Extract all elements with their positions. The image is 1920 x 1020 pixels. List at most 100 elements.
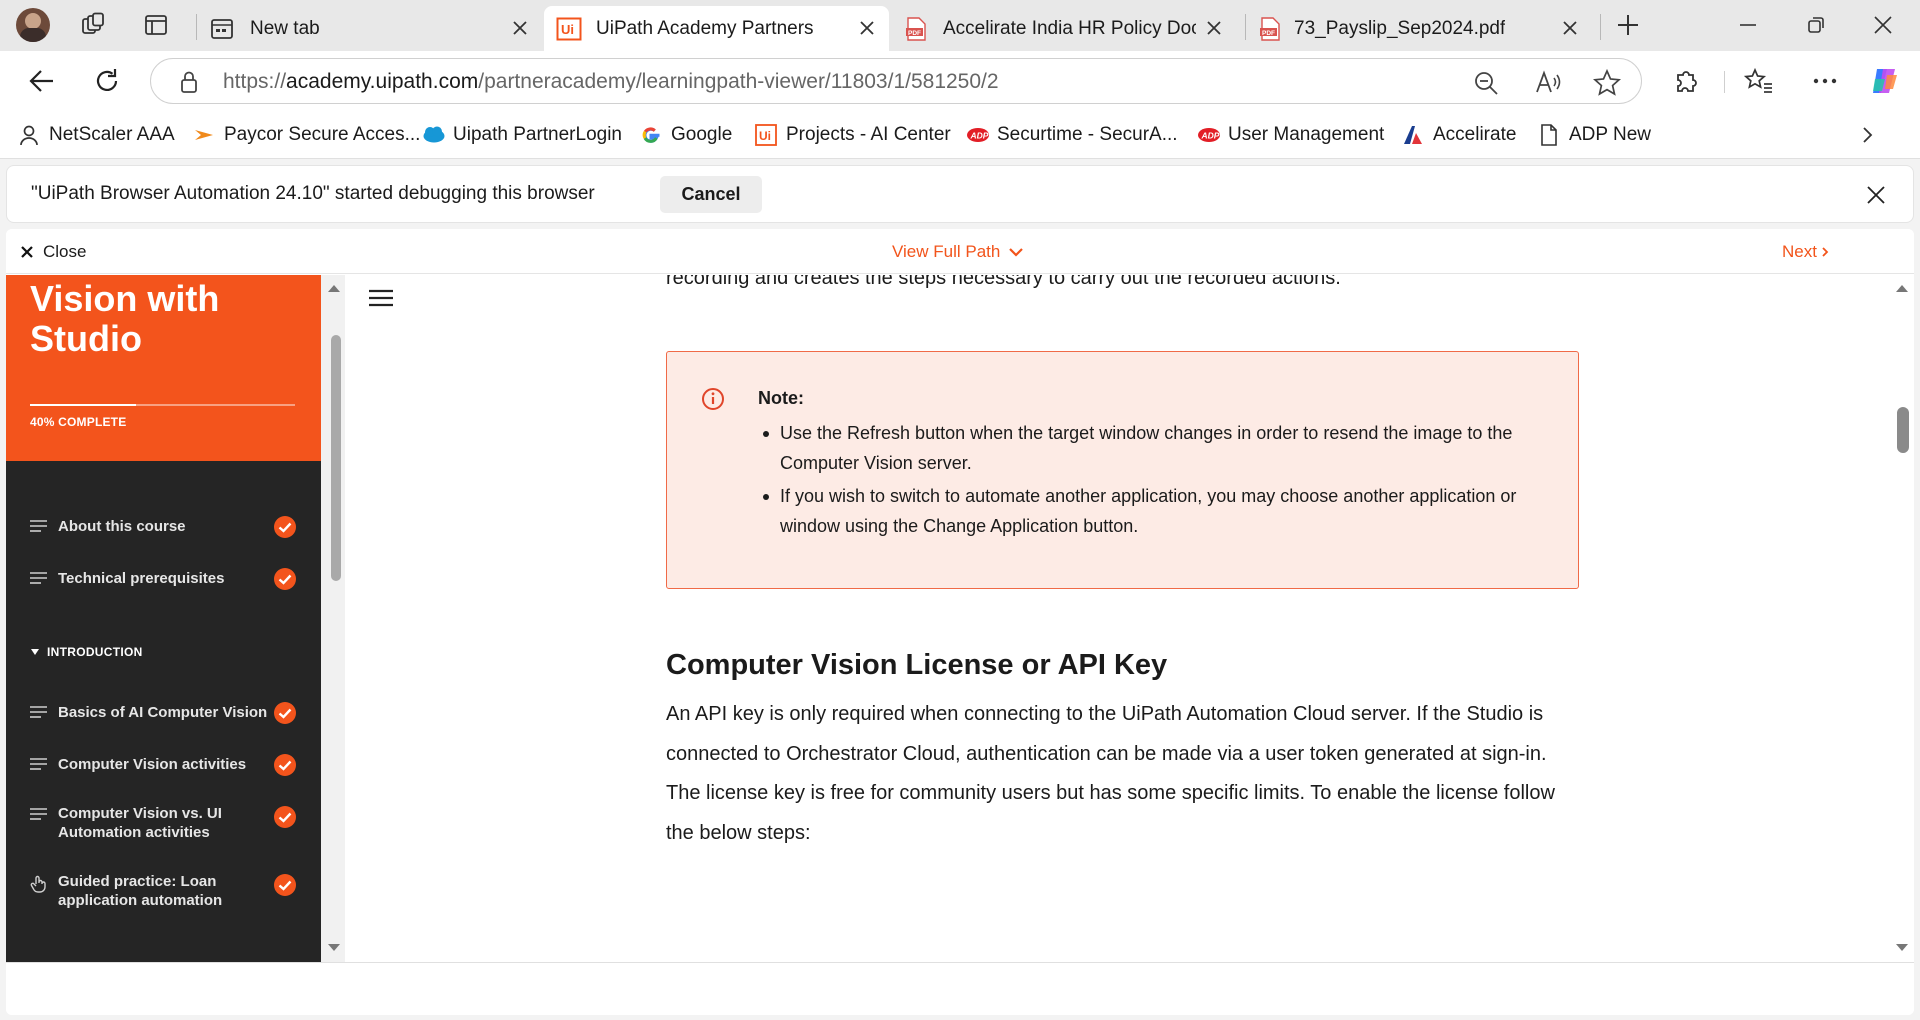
favorite-netscaler[interactable]: NetScaler AAA bbox=[18, 122, 175, 148]
tab-title: Accelirate India HR Policy Docum bbox=[943, 18, 1196, 39]
paragraph-partial: recording and creates the steps necessar… bbox=[666, 275, 1341, 289]
note-bullet: Use the Refresh button when the target w… bbox=[758, 418, 1548, 478]
tab-uipath-academy[interactable]: Ui UiPath Academy Partners bbox=[544, 6, 889, 51]
new-tab-plus-icon[interactable] bbox=[1615, 12, 1641, 38]
view-full-path-label: View Full Path bbox=[892, 242, 1001, 261]
url-path: /partneracademy/learningpath-viewer/1180… bbox=[478, 70, 999, 93]
lesson-title: Computer Vision activities bbox=[58, 756, 247, 773]
svg-text:PDF: PDF bbox=[908, 30, 921, 37]
cancel-debugging-button[interactable]: Cancel bbox=[660, 176, 762, 213]
uipath-icon: Ui bbox=[556, 17, 582, 41]
close-tab-icon[interactable] bbox=[1560, 18, 1580, 38]
sidebar-scrollbar[interactable] bbox=[321, 275, 345, 962]
lesson-lines-icon bbox=[30, 705, 48, 719]
section-heading: Computer Vision License or API Key bbox=[666, 649, 1168, 681]
favorite-securtime[interactable]: ADP Securtime - SecurA... bbox=[966, 122, 1178, 148]
close-viewer-button[interactable]: Close bbox=[20, 242, 86, 262]
favorite-label: Paycor Secure Acces... bbox=[224, 124, 421, 145]
profile-avatar[interactable] bbox=[16, 8, 50, 42]
sidebar-scroll-thumb[interactable] bbox=[331, 335, 341, 581]
web-page: Close View Full Path Next Vision with St… bbox=[6, 229, 1914, 1015]
paycor-icon bbox=[193, 124, 215, 146]
close-infobar-icon[interactable] bbox=[1865, 184, 1887, 206]
next-lesson-button[interactable]: Next bbox=[1782, 242, 1830, 262]
tab-title: 73_Payslip_Sep2024.pdf bbox=[1294, 18, 1506, 39]
favorite-label: ADP New bbox=[1569, 124, 1652, 145]
restore-icon[interactable] bbox=[1805, 14, 1827, 36]
new-tab-icon bbox=[210, 18, 234, 40]
svg-text:Ui: Ui bbox=[561, 22, 574, 37]
tab-new-tab[interactable]: New tab bbox=[198, 6, 542, 51]
extensions-icon[interactable] bbox=[1672, 67, 1700, 95]
completed-check-icon bbox=[273, 753, 297, 777]
lesson-title: About this course bbox=[58, 518, 186, 535]
scroll-up-icon[interactable] bbox=[1895, 283, 1909, 293]
close-tab-icon[interactable] bbox=[857, 18, 877, 38]
content-scroll-thumb[interactable] bbox=[1897, 407, 1909, 453]
back-icon[interactable] bbox=[28, 68, 56, 94]
read-aloud-icon[interactable] bbox=[1535, 70, 1563, 96]
course-header: Vision with Studio 40% COMPLETE bbox=[6, 275, 321, 461]
favorite-adp-new[interactable]: ADP New bbox=[1538, 122, 1651, 148]
refresh-icon[interactable] bbox=[93, 67, 121, 95]
page-footer bbox=[6, 962, 1914, 1015]
tab-payslip[interactable]: PDF 73_Payslip_Sep2024.pdf bbox=[1247, 6, 1592, 51]
completed-check-icon bbox=[273, 701, 297, 725]
favorite-user-management[interactable]: ADP User Management bbox=[1197, 122, 1384, 148]
note-title: Note: bbox=[758, 388, 804, 408]
completed-check-icon bbox=[273, 873, 297, 897]
copilot-icon[interactable] bbox=[1869, 65, 1901, 97]
scroll-up-icon[interactable] bbox=[327, 283, 341, 293]
close-tab-icon[interactable] bbox=[1204, 18, 1224, 38]
favorite-google[interactable]: Google bbox=[640, 122, 732, 148]
favorite-star-icon[interactable] bbox=[1593, 69, 1621, 97]
google-icon bbox=[640, 124, 662, 146]
menu-icon[interactable] bbox=[368, 288, 394, 308]
svg-text:ADP: ADP bbox=[970, 131, 989, 141]
lock-icon[interactable] bbox=[179, 70, 199, 94]
favorite-paycor[interactable]: Paycor Secure Acces... bbox=[193, 122, 420, 148]
close-window-icon[interactable] bbox=[1872, 14, 1894, 36]
zoom-out-icon[interactable] bbox=[1473, 70, 1499, 96]
course-title: Vision with Studio bbox=[30, 278, 220, 359]
favorite-label: Uipath PartnerLogin bbox=[453, 124, 622, 145]
caret-down-icon bbox=[31, 649, 39, 655]
section-toggle-introduction[interactable]: INTRODUCTION bbox=[30, 645, 143, 659]
lesson-title: Guided practice: Loan application automa… bbox=[58, 873, 223, 909]
minimize-icon[interactable] bbox=[1737, 14, 1759, 36]
chevron-down-icon bbox=[1009, 248, 1024, 257]
pdf-icon: PDF bbox=[1259, 17, 1281, 41]
lesson-lines-icon bbox=[30, 757, 48, 771]
tab-hr-policy[interactable]: PDF Accelirate India HR Policy Docum bbox=[891, 6, 1236, 51]
chevron-right-icon[interactable] bbox=[1858, 124, 1876, 146]
favorites-bar: NetScaler AAA Paycor Secure Acces... Uip… bbox=[0, 111, 1920, 159]
favorite-uipath-partnerlogin[interactable]: Uipath PartnerLogin bbox=[422, 122, 622, 148]
completed-check-icon bbox=[273, 515, 297, 539]
favorite-label: User Management bbox=[1228, 124, 1385, 145]
url-text[interactable]: https://academy.uipath.com/partneracadem… bbox=[223, 70, 999, 94]
svg-text:ADP: ADP bbox=[1201, 131, 1220, 141]
favorite-projects-ai-center[interactable]: Ui Projects - AI Center bbox=[755, 122, 951, 148]
accelirate-icon bbox=[1402, 124, 1424, 146]
page-icon bbox=[1538, 124, 1560, 146]
url-host: academy.uipath.com bbox=[286, 70, 479, 93]
lesson-title: Basics of AI Computer Vision bbox=[58, 704, 268, 721]
section-paragraph: An API key is only required when connect… bbox=[666, 703, 1555, 844]
content-scrollbar[interactable] bbox=[1890, 275, 1914, 962]
favorite-label: Google bbox=[671, 124, 733, 145]
adp-icon: ADP bbox=[966, 124, 989, 146]
more-options-icon[interactable] bbox=[1812, 77, 1838, 85]
completed-check-icon bbox=[273, 805, 297, 829]
vertical-tabs-icon[interactable] bbox=[143, 12, 169, 38]
view-full-path-button[interactable]: View Full Path bbox=[892, 242, 1024, 262]
scroll-down-icon[interactable] bbox=[327, 943, 341, 953]
close-tab-icon[interactable] bbox=[510, 18, 530, 38]
favorite-accelirate[interactable]: Accelirate bbox=[1402, 122, 1516, 148]
workspaces-icon[interactable] bbox=[80, 12, 106, 38]
favorites-list-icon[interactable] bbox=[1744, 67, 1774, 95]
svg-text:Ui: Ui bbox=[759, 129, 771, 143]
scroll-down-icon[interactable] bbox=[1895, 943, 1909, 953]
lesson-content: recording and creates the steps necessar… bbox=[345, 275, 1890, 962]
address-bar[interactable]: https://academy.uipath.com/partneracadem… bbox=[150, 58, 1642, 104]
note-callout: Note: Use the Refresh button when the ta… bbox=[666, 351, 1579, 589]
